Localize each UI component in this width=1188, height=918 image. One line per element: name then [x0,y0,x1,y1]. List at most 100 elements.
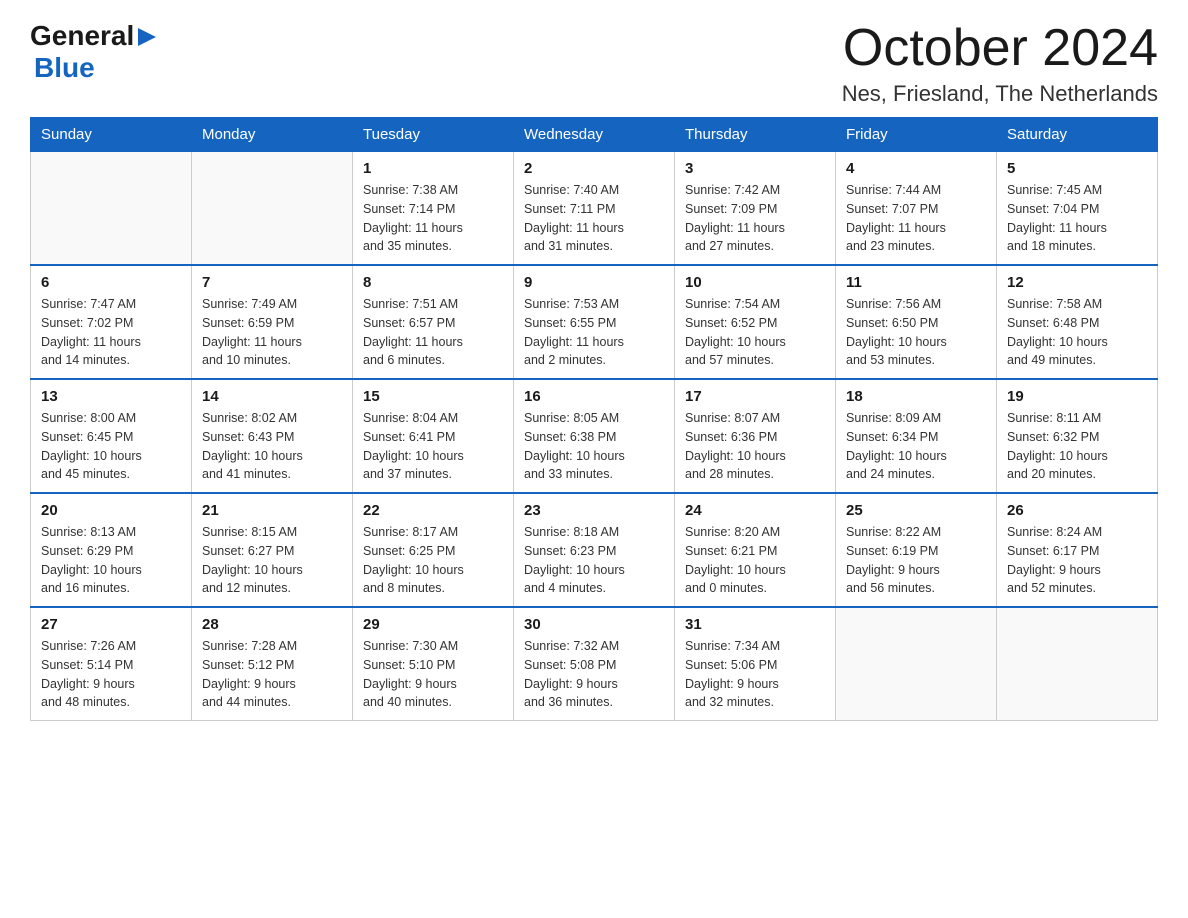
day-number: 15 [363,388,503,405]
calendar-cell: 6 Sunrise: 7:47 AM Sunset: 7:02 PM Daylig… [31,265,192,379]
day-info: Sunrise: 8:22 AM Sunset: 6:19 PM Dayligh… [846,523,986,598]
day-number: 24 [685,502,825,519]
calendar-cell: 24 Sunrise: 8:20 AM Sunset: 6:21 PM Dayli… [675,493,836,607]
day-number: 31 [685,616,825,633]
calendar-cell [836,607,997,721]
calendar-cell: 30Sunrise: 7:32 AM Sunset: 5:08 PM Dayli… [514,607,675,721]
calendar-week-row: 6 Sunrise: 7:47 AM Sunset: 7:02 PM Daylig… [31,265,1158,379]
calendar-table: SundayMondayTuesdayWednesdayThursdayFrid… [30,117,1158,721]
logo: General Blue [30,20,158,84]
day-info: Sunrise: 8:07 AM Sunset: 6:36 PM Dayligh… [685,409,825,484]
calendar-cell: 15 Sunrise: 8:04 AM Sunset: 6:41 PM Dayli… [353,379,514,493]
calendar-cell: 9 Sunrise: 7:53 AM Sunset: 6:55 PM Daylig… [514,265,675,379]
day-info: Sunrise: 7:47 AM Sunset: 7:02 PM Dayligh… [41,295,181,370]
day-info: Sunrise: 7:28 AM Sunset: 5:12 PM Dayligh… [202,637,342,712]
day-number: 29 [363,616,503,633]
calendar-cell: 8 Sunrise: 7:51 AM Sunset: 6:57 PM Daylig… [353,265,514,379]
calendar-cell: 10Sunrise: 7:54 AM Sunset: 6:52 PM Dayli… [675,265,836,379]
calendar-cell: 1 Sunrise: 7:38 AM Sunset: 7:14 PM Daylig… [353,152,514,266]
calendar-cell: 13 Sunrise: 8:00 AM Sunset: 6:45 PM Dayli… [31,379,192,493]
calendar-week-row: 27 Sunrise: 7:26 AM Sunset: 5:14 PM Dayli… [31,607,1158,721]
column-header-saturday: Saturday [997,118,1158,152]
day-info: Sunrise: 8:17 AM Sunset: 6:25 PM Dayligh… [363,523,503,598]
calendar-cell: 18Sunrise: 8:09 AM Sunset: 6:34 PM Dayli… [836,379,997,493]
column-header-wednesday: Wednesday [514,118,675,152]
day-info: Sunrise: 7:58 AM Sunset: 6:48 PM Dayligh… [1007,295,1147,370]
day-number: 2 [524,160,664,177]
calendar-cell: 31Sunrise: 7:34 AM Sunset: 5:06 PM Dayli… [675,607,836,721]
calendar-cell: 3 Sunrise: 7:42 AM Sunset: 7:09 PM Daylig… [675,152,836,266]
calendar-subtitle: Nes, Friesland, The Netherlands [842,81,1158,107]
column-header-monday: Monday [192,118,353,152]
day-info: Sunrise: 7:42 AM Sunset: 7:09 PM Dayligh… [685,181,825,256]
calendar-week-row: 1 Sunrise: 7:38 AM Sunset: 7:14 PM Daylig… [31,152,1158,266]
day-info: Sunrise: 8:11 AM Sunset: 6:32 PM Dayligh… [1007,409,1147,484]
day-number: 9 [524,274,664,291]
day-info: Sunrise: 8:05 AM Sunset: 6:38 PM Dayligh… [524,409,664,484]
day-number: 20 [41,502,181,519]
day-number: 26 [1007,502,1147,519]
title-section: October 2024 Nes, Friesland, The Netherl… [842,20,1158,107]
day-info: Sunrise: 7:26 AM Sunset: 5:14 PM Dayligh… [41,637,181,712]
calendar-cell: 23Sunrise: 8:18 AM Sunset: 6:23 PM Dayli… [514,493,675,607]
day-number: 17 [685,388,825,405]
day-info: Sunrise: 7:45 AM Sunset: 7:04 PM Dayligh… [1007,181,1147,256]
calendar-cell: 26 Sunrise: 8:24 AM Sunset: 6:17 PM Dayli… [997,493,1158,607]
column-header-thursday: Thursday [675,118,836,152]
calendar-cell: 27 Sunrise: 7:26 AM Sunset: 5:14 PM Dayli… [31,607,192,721]
day-number: 27 [41,616,181,633]
day-number: 1 [363,160,503,177]
calendar-header-row: SundayMondayTuesdayWednesdayThursdayFrid… [31,118,1158,152]
day-info: Sunrise: 7:54 AM Sunset: 6:52 PM Dayligh… [685,295,825,370]
column-header-friday: Friday [836,118,997,152]
calendar-cell [192,152,353,266]
day-number: 8 [363,274,503,291]
day-info: Sunrise: 8:04 AM Sunset: 6:41 PM Dayligh… [363,409,503,484]
calendar-cell: 25 Sunrise: 8:22 AM Sunset: 6:19 PM Dayli… [836,493,997,607]
day-info: Sunrise: 7:32 AM Sunset: 5:08 PM Dayligh… [524,637,664,712]
day-number: 5 [1007,160,1147,177]
logo-general-text: General [30,20,134,52]
day-number: 3 [685,160,825,177]
day-info: Sunrise: 8:00 AM Sunset: 6:45 PM Dayligh… [41,409,181,484]
day-number: 13 [41,388,181,405]
day-number: 19 [1007,388,1147,405]
day-number: 28 [202,616,342,633]
day-number: 4 [846,160,986,177]
calendar-cell: 19 Sunrise: 8:11 AM Sunset: 6:32 PM Dayli… [997,379,1158,493]
logo-blue-text: Blue [34,52,95,84]
calendar-cell: 14Sunrise: 8:02 AM Sunset: 6:43 PM Dayli… [192,379,353,493]
day-info: Sunrise: 8:09 AM Sunset: 6:34 PM Dayligh… [846,409,986,484]
calendar-cell: 28 Sunrise: 7:28 AM Sunset: 5:12 PM Dayli… [192,607,353,721]
day-number: 14 [202,388,342,405]
calendar-cell [31,152,192,266]
day-number: 7 [202,274,342,291]
calendar-week-row: 20 Sunrise: 8:13 AM Sunset: 6:29 PM Dayli… [31,493,1158,607]
day-info: Sunrise: 8:24 AM Sunset: 6:17 PM Dayligh… [1007,523,1147,598]
day-info: Sunrise: 7:30 AM Sunset: 5:10 PM Dayligh… [363,637,503,712]
day-number: 25 [846,502,986,519]
page-header: General Blue October 2024 Nes, Friesland… [30,20,1158,107]
day-info: Sunrise: 7:38 AM Sunset: 7:14 PM Dayligh… [363,181,503,256]
logo-arrow-icon [136,26,158,48]
calendar-cell: 21 Sunrise: 8:15 AM Sunset: 6:27 PM Dayli… [192,493,353,607]
calendar-cell [997,607,1158,721]
calendar-week-row: 13 Sunrise: 8:00 AM Sunset: 6:45 PM Dayli… [31,379,1158,493]
calendar-cell: 7 Sunrise: 7:49 AM Sunset: 6:59 PM Daylig… [192,265,353,379]
day-number: 6 [41,274,181,291]
calendar-cell: 22Sunrise: 8:17 AM Sunset: 6:25 PM Dayli… [353,493,514,607]
day-info: Sunrise: 7:49 AM Sunset: 6:59 PM Dayligh… [202,295,342,370]
calendar-cell: 20 Sunrise: 8:13 AM Sunset: 6:29 PM Dayli… [31,493,192,607]
day-info: Sunrise: 7:44 AM Sunset: 7:07 PM Dayligh… [846,181,986,256]
calendar-title: October 2024 [842,20,1158,77]
day-info: Sunrise: 8:15 AM Sunset: 6:27 PM Dayligh… [202,523,342,598]
column-header-tuesday: Tuesday [353,118,514,152]
column-header-sunday: Sunday [31,118,192,152]
day-info: Sunrise: 7:51 AM Sunset: 6:57 PM Dayligh… [363,295,503,370]
day-number: 21 [202,502,342,519]
day-info: Sunrise: 7:53 AM Sunset: 6:55 PM Dayligh… [524,295,664,370]
day-info: Sunrise: 8:13 AM Sunset: 6:29 PM Dayligh… [41,523,181,598]
calendar-cell: 12Sunrise: 7:58 AM Sunset: 6:48 PM Dayli… [997,265,1158,379]
calendar-cell: 29 Sunrise: 7:30 AM Sunset: 5:10 PM Dayli… [353,607,514,721]
day-info: Sunrise: 8:20 AM Sunset: 6:21 PM Dayligh… [685,523,825,598]
